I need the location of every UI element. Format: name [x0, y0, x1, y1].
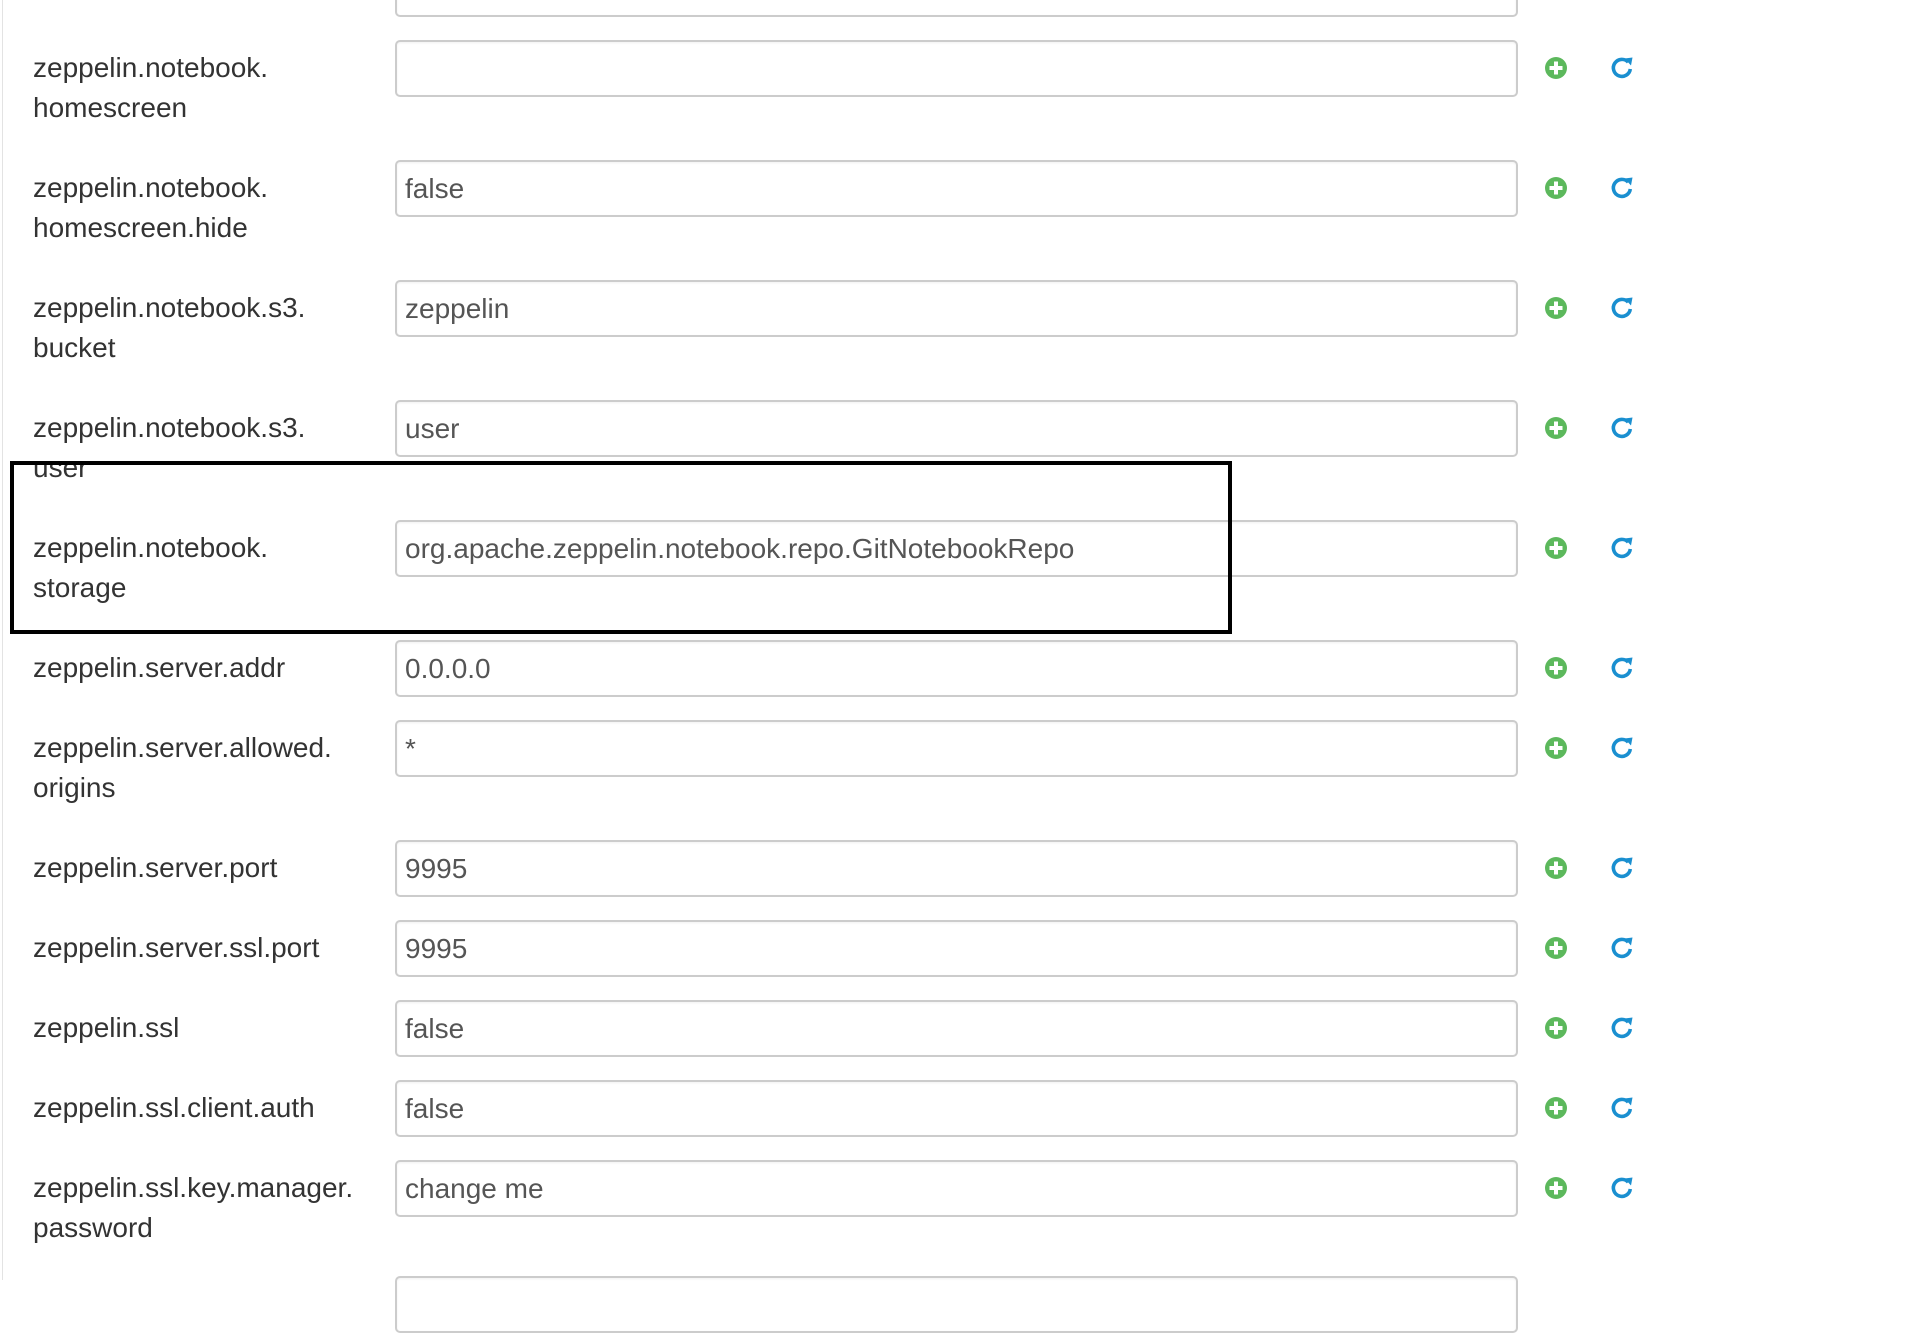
property-name: zeppelin.ssl.client.auth	[33, 1088, 363, 1128]
property-value-input[interactable]	[395, 840, 1518, 897]
add-property-plus-circle-icon[interactable]	[1541, 853, 1571, 883]
add-property-plus-circle-icon[interactable]	[1541, 293, 1571, 323]
property-name-line: zeppelin.notebook.	[33, 532, 269, 563]
add-property-plus-circle-icon[interactable]	[1541, 53, 1571, 83]
property-name: zeppelin.notebook. storage	[33, 528, 363, 608]
property-value-input[interactable]	[395, 280, 1518, 337]
property-name: zeppelin.notebook. homescreen	[33, 48, 363, 128]
property-name-line: zeppelin.notebook.	[33, 172, 269, 203]
reset-property-refresh-icon[interactable]	[1607, 413, 1637, 443]
add-property-plus-circle-icon[interactable]	[1541, 413, 1571, 443]
property-name-line: storage	[33, 572, 127, 603]
interpreter-properties-panel: zeppelin.notebook. homescreen zeppelin.not…	[0, 0, 1910, 1333]
reset-property-refresh-icon[interactable]	[1607, 173, 1637, 203]
property-value-input[interactable]	[395, 160, 1518, 217]
property-name-line: zeppelin.server.port	[33, 852, 278, 883]
property-name-line: bucket	[33, 332, 116, 363]
property-name: zeppelin.ssl.key.manager. password	[33, 1168, 363, 1248]
property-value-input-cutoff-bottom[interactable]	[395, 1276, 1518, 1333]
reset-property-refresh-icon[interactable]	[1607, 1093, 1637, 1123]
property-name-line: zeppelin.notebook.s3.	[33, 292, 306, 323]
reset-property-refresh-icon[interactable]	[1607, 533, 1637, 563]
property-name: zeppelin.ssl	[33, 1008, 363, 1048]
property-name-line: zeppelin.server.allowed.	[33, 732, 332, 763]
property-name: zeppelin.notebook. homescreen.hide	[33, 168, 363, 248]
add-property-plus-circle-icon[interactable]	[1541, 1093, 1571, 1123]
reset-property-refresh-icon[interactable]	[1607, 853, 1637, 883]
property-name-line: zeppelin.server.ssl.port	[33, 932, 320, 963]
reset-property-refresh-icon[interactable]	[1607, 1013, 1637, 1043]
property-value-input[interactable]	[395, 520, 1518, 577]
property-name-line: zeppelin.notebook.	[33, 52, 269, 83]
property-value-input-cutoff[interactable]	[395, 0, 1518, 17]
reset-property-refresh-icon[interactable]	[1607, 933, 1637, 963]
property-value-input[interactable]	[395, 920, 1518, 977]
property-name: zeppelin.server.ssl.port	[33, 928, 363, 968]
reset-property-refresh-icon[interactable]	[1607, 1173, 1637, 1203]
property-name-line: origins	[33, 772, 116, 803]
property-value-input[interactable]	[395, 400, 1518, 457]
property-value-input[interactable]	[395, 720, 1518, 777]
property-value-input[interactable]	[395, 1160, 1518, 1217]
panel-left-border	[2, 0, 3, 1280]
add-property-plus-circle-icon[interactable]	[1541, 733, 1571, 763]
property-name-line: zeppelin.ssl	[33, 1012, 180, 1043]
property-name-line: homescreen.hide	[33, 212, 248, 243]
property-name-line: homescreen	[33, 92, 188, 123]
property-value-input[interactable]	[395, 1000, 1518, 1057]
property-name: zeppelin.server.addr	[33, 648, 363, 688]
property-value-input[interactable]	[395, 1080, 1518, 1137]
add-property-plus-circle-icon[interactable]	[1541, 933, 1571, 963]
add-property-plus-circle-icon[interactable]	[1541, 1013, 1571, 1043]
reset-property-refresh-icon[interactable]	[1607, 653, 1637, 683]
property-name-line: zeppelin.ssl.key.manager.	[33, 1172, 354, 1203]
property-name-line: zeppelin.ssl.client.auth	[33, 1092, 315, 1123]
reset-property-refresh-icon[interactable]	[1607, 293, 1637, 323]
add-property-plus-circle-icon[interactable]	[1541, 653, 1571, 683]
property-name: zeppelin.notebook.s3. bucket	[33, 288, 363, 368]
property-value-input[interactable]	[395, 640, 1518, 697]
property-name-line: user	[33, 452, 88, 483]
property-value-input[interactable]	[395, 40, 1518, 97]
add-property-plus-circle-icon[interactable]	[1541, 1173, 1571, 1203]
property-name-line: password	[33, 1212, 153, 1243]
property-name: zeppelin.notebook.s3. user	[33, 408, 363, 488]
property-name-line: zeppelin.server.addr	[33, 652, 286, 683]
reset-property-refresh-icon[interactable]	[1607, 53, 1637, 83]
add-property-plus-circle-icon[interactable]	[1541, 533, 1571, 563]
property-name-line: zeppelin.notebook.s3.	[33, 412, 306, 443]
reset-property-refresh-icon[interactable]	[1607, 733, 1637, 763]
property-name: zeppelin.server.port	[33, 848, 363, 888]
add-property-plus-circle-icon[interactable]	[1541, 173, 1571, 203]
property-name: zeppelin.server.allowed. origins	[33, 728, 363, 808]
